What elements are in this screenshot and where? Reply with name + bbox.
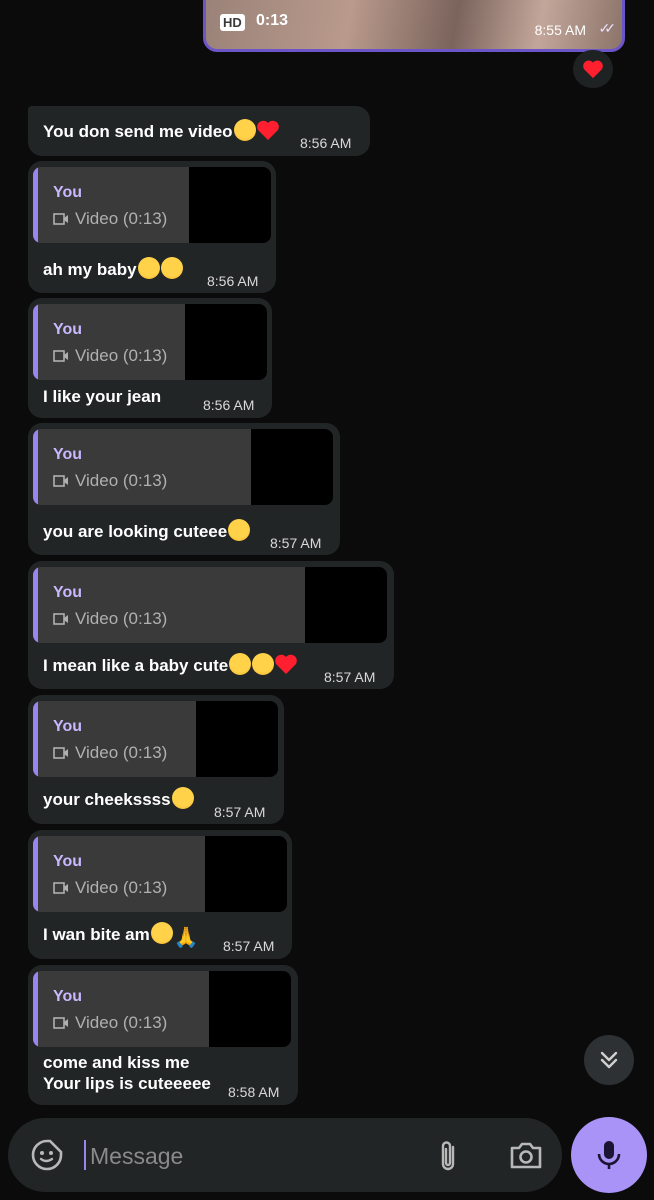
- sticker-icon[interactable]: [30, 1138, 64, 1177]
- reply-author: You: [53, 321, 83, 338]
- incoming-reply-message[interactable]: You Video (0:13) ah my baby 8:56 AM: [28, 161, 276, 293]
- video-duration: 0:13: [256, 12, 289, 29]
- scroll-to-bottom-button[interactable]: [584, 1035, 634, 1085]
- video-thumbnail: [205, 836, 287, 912]
- message-time: 8:57 AM: [214, 804, 266, 820]
- message-text: I wan bite am 🙏: [43, 922, 199, 950]
- incoming-reply-message[interactable]: You Video (0:13) I wan bite am 🙏 8:57 AM: [28, 830, 292, 959]
- incoming-reply-message[interactable]: You Video (0:13) I mean like a baby cute…: [28, 561, 394, 689]
- reply-author: You: [53, 584, 83, 601]
- reply-accent-bar: [33, 836, 38, 912]
- crying-face-icon: [233, 119, 256, 141]
- incoming-reply-message[interactable]: You Video (0:13) your cheekssss 8:57 AM: [28, 695, 284, 824]
- shushing-face-icon: [160, 257, 183, 279]
- reply-text: Video (0:13): [53, 609, 167, 629]
- video-icon: [53, 882, 68, 894]
- video-thumbnail: [305, 567, 387, 643]
- voice-record-button[interactable]: [571, 1117, 647, 1193]
- video-thumbnail: [185, 304, 267, 380]
- message-composer: [8, 1118, 562, 1192]
- message-time: 8:56 AM: [203, 397, 255, 413]
- reply-preview[interactable]: You Video (0:13): [33, 971, 291, 1047]
- read-ticks-icon: ✓✓: [598, 20, 617, 36]
- video-thumbnail: [209, 971, 291, 1047]
- reply-accent-bar: [33, 567, 38, 643]
- heart-reaction[interactable]: [573, 50, 613, 88]
- video-thumbnail: [189, 167, 271, 243]
- hd-badge: HD: [220, 14, 245, 31]
- laughing-face-icon: [252, 653, 275, 675]
- text-cursor: [84, 1140, 86, 1170]
- crying-face-icon: [228, 519, 251, 541]
- reply-author: You: [53, 988, 83, 1005]
- attachment-icon[interactable]: [436, 1138, 460, 1179]
- message-text: I mean like a baby cute: [43, 653, 298, 676]
- video-icon: [53, 613, 68, 625]
- message-time: 8:56 AM: [207, 273, 259, 289]
- heart-icon: [256, 120, 279, 140]
- video-thumbnail: [196, 701, 278, 777]
- microphone-icon: [597, 1141, 621, 1169]
- pleading-face-icon: [137, 257, 160, 279]
- reply-author: You: [53, 184, 83, 201]
- heart-icon: [583, 60, 603, 79]
- reply-accent-bar: [33, 971, 38, 1047]
- video-icon: [53, 1017, 68, 1029]
- incoming-reply-message[interactable]: You Video (0:13) you are looking cuteee …: [28, 423, 340, 555]
- incoming-reply-message[interactable]: You Video (0:13) I like your jean 8:56 A…: [28, 298, 272, 418]
- camera-icon[interactable]: [508, 1139, 544, 1176]
- praying-hands-icon: 🙏: [173, 927, 199, 949]
- message-time: 8:58 AM: [228, 1084, 280, 1100]
- outgoing-video-message[interactable]: HD 0:13 8:55 AM ✓✓: [203, 0, 625, 52]
- reply-preview[interactable]: You Video (0:13): [33, 304, 267, 380]
- reply-text: Video (0:13): [53, 209, 167, 229]
- message-time: 8:57 AM: [324, 669, 376, 685]
- message-text: You don send me video: [43, 119, 280, 142]
- heart-icon: [275, 654, 298, 674]
- reply-preview[interactable]: You Video (0:13): [33, 429, 333, 505]
- message-time: 8:56 AM: [300, 135, 352, 151]
- message-time: 8:57 AM: [223, 938, 275, 954]
- reply-author: You: [53, 853, 83, 870]
- video-icon: [53, 475, 68, 487]
- video-icon: [53, 350, 68, 362]
- reply-preview[interactable]: You Video (0:13): [33, 567, 387, 643]
- message-text: ah my baby: [43, 257, 183, 280]
- message-time: 8:55 AM: [534, 22, 586, 38]
- message-text-line-1: come and kiss me: [43, 1053, 190, 1072]
- message-text: you are looking cuteee: [43, 519, 251, 542]
- reply-accent-bar: [33, 429, 38, 505]
- message-text: your cheekssss: [43, 787, 194, 810]
- incoming-reply-message[interactable]: You Video (0:13) come and kiss me Your l…: [28, 965, 298, 1105]
- video-icon: [53, 747, 68, 759]
- reply-accent-bar: [33, 167, 38, 243]
- crying-face-icon: [150, 922, 173, 944]
- reply-text: Video (0:13): [53, 471, 167, 491]
- video-icon: [53, 213, 68, 225]
- message-time: 8:57 AM: [270, 535, 322, 551]
- message-input[interactable]: [88, 1134, 412, 1178]
- double-chevron-down-icon: [600, 1051, 618, 1069]
- reply-text: Video (0:13): [53, 1013, 167, 1033]
- message-text-line-2: Your lips is cuteeeee: [43, 1074, 211, 1093]
- reply-preview[interactable]: You Video (0:13): [33, 701, 278, 777]
- crying-face-icon: [171, 787, 194, 809]
- video-thumbnail: [251, 429, 333, 505]
- reply-author: You: [53, 446, 83, 463]
- reply-accent-bar: [33, 304, 38, 380]
- reply-text: Video (0:13): [53, 878, 167, 898]
- reply-author: You: [53, 718, 83, 735]
- reply-text: Video (0:13): [53, 743, 167, 763]
- incoming-message[interactable]: You don send me video 8:56 AM: [28, 106, 370, 156]
- reply-preview[interactable]: You Video (0:13): [33, 167, 271, 243]
- reply-text: Video (0:13): [53, 346, 167, 366]
- message-text: I like your jean: [43, 387, 162, 406]
- reply-preview[interactable]: You Video (0:13): [33, 836, 287, 912]
- crying-face-icon: [229, 653, 252, 675]
- reply-accent-bar: [33, 701, 38, 777]
